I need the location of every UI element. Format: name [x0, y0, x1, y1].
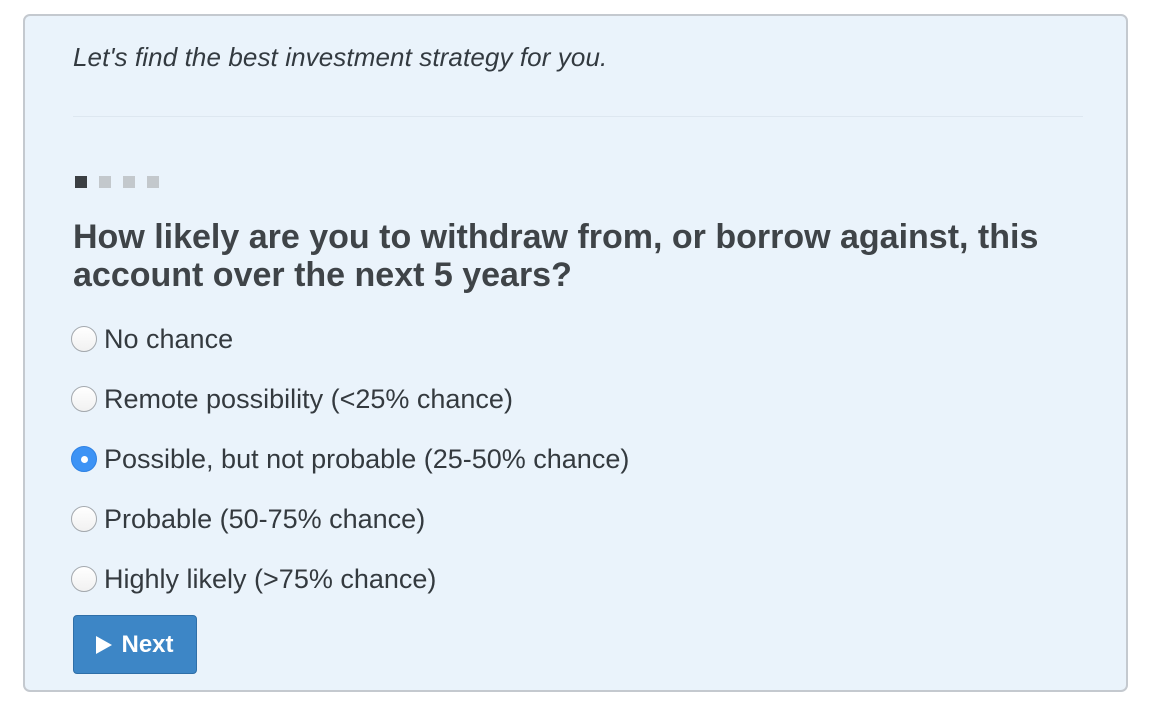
- question-text: How likely are you to withdraw from, or …: [73, 218, 1039, 294]
- step-indicator-1: [75, 176, 87, 188]
- step-indicator-4: [147, 176, 159, 188]
- option-probable[interactable]: Probable (50-75% chance): [71, 504, 629, 534]
- intro-text: Let's find the best investment strategy …: [73, 42, 608, 72]
- divider: [73, 116, 1083, 117]
- next-button-label: Next: [121, 630, 174, 658]
- survey-card: Let's find the best investment strategy …: [23, 14, 1128, 692]
- step-indicator-3: [123, 176, 135, 188]
- option-remote-possibility[interactable]: Remote possibility (<25% chance): [71, 384, 629, 414]
- play-icon: [96, 635, 113, 654]
- option-highly-likely[interactable]: Highly likely (>75% chance): [71, 564, 629, 594]
- option-label[interactable]: Highly likely (>75% chance): [104, 564, 436, 595]
- option-label[interactable]: Remote possibility (<25% chance): [104, 384, 513, 415]
- next-button[interactable]: Next: [73, 615, 197, 674]
- step-indicator-2: [99, 176, 111, 188]
- option-possible[interactable]: Possible, but not probable (25-50% chanc…: [71, 444, 629, 474]
- option-label[interactable]: Possible, but not probable (25-50% chanc…: [104, 444, 629, 475]
- radio-button[interactable]: [71, 566, 97, 592]
- radio-button[interactable]: [71, 326, 97, 352]
- radio-button[interactable]: [71, 446, 97, 472]
- radio-button[interactable]: [71, 386, 97, 412]
- option-label[interactable]: No chance: [104, 324, 233, 355]
- option-label[interactable]: Probable (50-75% chance): [104, 504, 425, 535]
- answer-options: No chance Remote possibility (<25% chanc…: [71, 324, 629, 624]
- radio-button[interactable]: [71, 506, 97, 532]
- step-progress-indicator: [75, 176, 171, 188]
- option-no-chance[interactable]: No chance: [71, 324, 629, 354]
